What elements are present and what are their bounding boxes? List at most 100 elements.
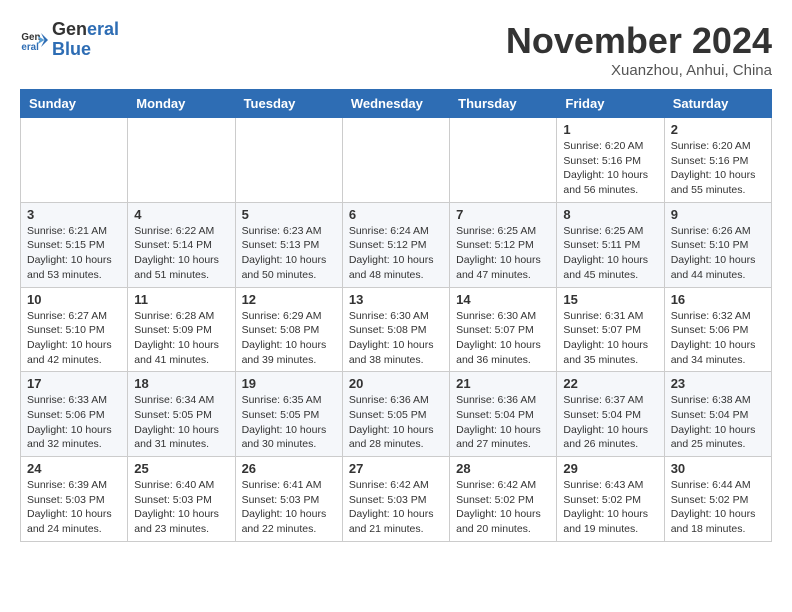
day-number: 15	[563, 292, 657, 307]
weekday-header: Saturday	[664, 90, 771, 118]
day-info: Sunrise: 6:36 AM Sunset: 5:05 PM Dayligh…	[349, 393, 443, 452]
calendar-cell: 1 Sunrise: 6:20 AM Sunset: 5:16 PM Daylig…	[557, 118, 664, 203]
calendar-cell: 25 Sunrise: 6:40 AM Sunset: 5:03 PM Dayli…	[128, 457, 235, 542]
calendar-cell: 29 Sunrise: 6:43 AM Sunset: 5:02 PM Dayli…	[557, 457, 664, 542]
day-info: Sunrise: 6:44 AM Sunset: 5:02 PM Dayligh…	[671, 478, 765, 537]
day-info: Sunrise: 6:42 AM Sunset: 5:03 PM Dayligh…	[349, 478, 443, 537]
calendar-cell: 9Sunrise: 6:26 AM Sunset: 5:10 PM Daylig…	[664, 202, 771, 287]
calendar-cell: 6 Sunrise: 6:24 AM Sunset: 5:12 PM Daylig…	[342, 202, 449, 287]
day-number: 26	[242, 461, 336, 476]
calendar-table: SundayMondayTuesdayWednesdayThursdayFrid…	[20, 89, 772, 542]
calendar-cell	[235, 118, 342, 203]
calendar-cell: 8 Sunrise: 6:25 AM Sunset: 5:11 PM Daylig…	[557, 202, 664, 287]
day-number: 13	[349, 292, 443, 307]
calendar-cell: 3 Sunrise: 6:21 AM Sunset: 5:15 PM Daylig…	[21, 202, 128, 287]
day-number: 4	[134, 207, 228, 222]
calendar-cell: 27 Sunrise: 6:42 AM Sunset: 5:03 PM Dayli…	[342, 457, 449, 542]
day-info: Sunrise: 6:24 AM Sunset: 5:12 PM Dayligh…	[349, 224, 443, 283]
calendar-cell: 11 Sunrise: 6:28 AM Sunset: 5:09 PM Dayli…	[128, 287, 235, 372]
day-number: 27	[349, 461, 443, 476]
weekday-header: Tuesday	[235, 90, 342, 118]
day-number: 8	[563, 207, 657, 222]
day-info: Sunrise: 6:33 AM Sunset: 5:06 PM Dayligh…	[27, 393, 121, 452]
calendar-cell: 20 Sunrise: 6:36 AM Sunset: 5:05 PM Dayli…	[342, 372, 449, 457]
title-block: November 2024 Xuanzhou, Anhui, China	[506, 20, 772, 79]
day-number: 2	[671, 122, 765, 137]
day-number: 29	[563, 461, 657, 476]
calendar-cell: 16Sunrise: 6:32 AM Sunset: 5:06 PM Dayli…	[664, 287, 771, 372]
calendar-cell: 30 Sunrise: 6:44 AM Sunset: 5:02 PM Dayli…	[664, 457, 771, 542]
calendar-cell: 28Sunrise: 6:42 AM Sunset: 5:02 PM Dayli…	[450, 457, 557, 542]
calendar-cell: 21 Sunrise: 6:36 AM Sunset: 5:04 PM Dayli…	[450, 372, 557, 457]
day-info: Sunrise: 6:20 AM Sunset: 5:16 PM Dayligh…	[671, 139, 765, 198]
day-info: Sunrise: 6:39 AM Sunset: 5:03 PM Dayligh…	[27, 478, 121, 537]
day-info: Sunrise: 6:38 AM Sunset: 5:04 PM Dayligh…	[671, 393, 765, 452]
calendar-cell: 4Sunrise: 6:22 AM Sunset: 5:14 PM Daylig…	[128, 202, 235, 287]
weekday-header: Monday	[128, 90, 235, 118]
calendar-cell: 22Sunrise: 6:37 AM Sunset: 5:04 PM Dayli…	[557, 372, 664, 457]
day-info: Sunrise: 6:32 AM Sunset: 5:06 PM Dayligh…	[671, 309, 765, 368]
weekday-header: Wednesday	[342, 90, 449, 118]
calendar-cell: 24 Sunrise: 6:39 AM Sunset: 5:03 PM Dayli…	[21, 457, 128, 542]
month-title: November 2024	[506, 20, 772, 62]
day-number: 24	[27, 461, 121, 476]
calendar-week-row: 10 Sunrise: 6:27 AM Sunset: 5:10 PM Dayli…	[21, 287, 772, 372]
day-info: Sunrise: 6:27 AM Sunset: 5:10 PM Dayligh…	[27, 309, 121, 368]
logo-text: General Blue	[52, 20, 119, 60]
calendar-cell: 14Sunrise: 6:30 AM Sunset: 5:07 PM Dayli…	[450, 287, 557, 372]
day-info: Sunrise: 6:29 AM Sunset: 5:08 PM Dayligh…	[242, 309, 336, 368]
day-info: Sunrise: 6:41 AM Sunset: 5:03 PM Dayligh…	[242, 478, 336, 537]
day-number: 21	[456, 376, 550, 391]
calendar-cell: 12 Sunrise: 6:29 AM Sunset: 5:08 PM Dayli…	[235, 287, 342, 372]
day-number: 6	[349, 207, 443, 222]
page-header: Gen eral General Blue November 2024 Xuan…	[20, 20, 772, 79]
day-number: 3	[27, 207, 121, 222]
day-info: Sunrise: 6:20 AM Sunset: 5:16 PM Dayligh…	[563, 139, 657, 198]
day-info: Sunrise: 6:43 AM Sunset: 5:02 PM Dayligh…	[563, 478, 657, 537]
day-info: Sunrise: 6:40 AM Sunset: 5:03 PM Dayligh…	[134, 478, 228, 537]
calendar-header-row: SundayMondayTuesdayWednesdayThursdayFrid…	[21, 90, 772, 118]
day-number: 12	[242, 292, 336, 307]
weekday-header: Thursday	[450, 90, 557, 118]
day-number: 5	[242, 207, 336, 222]
calendar-cell: 15 Sunrise: 6:31 AM Sunset: 5:07 PM Dayli…	[557, 287, 664, 372]
day-info: Sunrise: 6:25 AM Sunset: 5:11 PM Dayligh…	[563, 224, 657, 283]
day-number: 1	[563, 122, 657, 137]
day-number: 17	[27, 376, 121, 391]
calendar-cell: 19Sunrise: 6:35 AM Sunset: 5:05 PM Dayli…	[235, 372, 342, 457]
weekday-header: Friday	[557, 90, 664, 118]
day-info: Sunrise: 6:21 AM Sunset: 5:15 PM Dayligh…	[27, 224, 121, 283]
day-info: Sunrise: 6:30 AM Sunset: 5:08 PM Dayligh…	[349, 309, 443, 368]
day-info: Sunrise: 6:37 AM Sunset: 5:04 PM Dayligh…	[563, 393, 657, 452]
day-number: 19	[242, 376, 336, 391]
calendar-cell	[21, 118, 128, 203]
day-info: Sunrise: 6:31 AM Sunset: 5:07 PM Dayligh…	[563, 309, 657, 368]
svg-text:eral: eral	[21, 42, 39, 53]
weekday-header: Sunday	[21, 90, 128, 118]
calendar-cell: 17 Sunrise: 6:33 AM Sunset: 5:06 PM Dayli…	[21, 372, 128, 457]
calendar-cell: 26 Sunrise: 6:41 AM Sunset: 5:03 PM Dayli…	[235, 457, 342, 542]
day-info: Sunrise: 6:28 AM Sunset: 5:09 PM Dayligh…	[134, 309, 228, 368]
calendar-cell: 13 Sunrise: 6:30 AM Sunset: 5:08 PM Dayli…	[342, 287, 449, 372]
calendar-week-row: 17 Sunrise: 6:33 AM Sunset: 5:06 PM Dayli…	[21, 372, 772, 457]
calendar-cell: 5 Sunrise: 6:23 AM Sunset: 5:13 PM Daylig…	[235, 202, 342, 287]
day-number: 10	[27, 292, 121, 307]
day-info: Sunrise: 6:23 AM Sunset: 5:13 PM Dayligh…	[242, 224, 336, 283]
calendar-week-row: 1 Sunrise: 6:20 AM Sunset: 5:16 PM Daylig…	[21, 118, 772, 203]
day-info: Sunrise: 6:25 AM Sunset: 5:12 PM Dayligh…	[456, 224, 550, 283]
day-info: Sunrise: 6:34 AM Sunset: 5:05 PM Dayligh…	[134, 393, 228, 452]
day-number: 7	[456, 207, 550, 222]
location-subtitle: Xuanzhou, Anhui, China	[506, 62, 772, 79]
calendar-cell: 7 Sunrise: 6:25 AM Sunset: 5:12 PM Daylig…	[450, 202, 557, 287]
calendar-cell: 10 Sunrise: 6:27 AM Sunset: 5:10 PM Dayli…	[21, 287, 128, 372]
calendar-cell	[128, 118, 235, 203]
day-number: 11	[134, 292, 228, 307]
day-info: Sunrise: 6:30 AM Sunset: 5:07 PM Dayligh…	[456, 309, 550, 368]
day-number: 20	[349, 376, 443, 391]
day-number: 23	[671, 376, 765, 391]
day-number: 25	[134, 461, 228, 476]
day-number: 30	[671, 461, 765, 476]
logo: Gen eral General Blue	[20, 20, 119, 60]
day-info: Sunrise: 6:36 AM Sunset: 5:04 PM Dayligh…	[456, 393, 550, 452]
calendar-cell	[342, 118, 449, 203]
